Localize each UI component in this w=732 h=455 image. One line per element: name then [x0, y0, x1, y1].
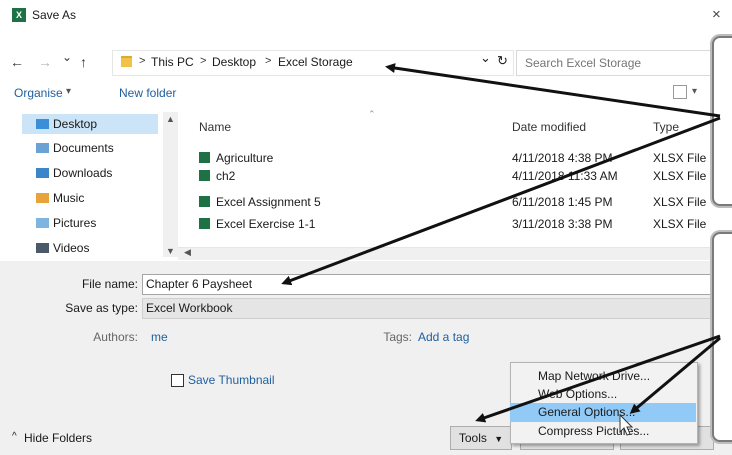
save-as-type-select[interactable]: Excel Workbook	[142, 298, 727, 319]
search-input[interactable]	[523, 52, 707, 74]
desktop-folder-icon	[36, 119, 49, 129]
excel-file-icon	[199, 170, 210, 181]
save-as-type-label: Save as type:	[65, 301, 138, 315]
menu-item-compress-pictures[interactable]: Compress Pictures...	[538, 422, 649, 441]
title-bar	[0, 0, 732, 30]
callout-box-top	[712, 36, 732, 206]
file-type: XLSX File	[653, 169, 707, 183]
authors-label: Authors:	[93, 330, 138, 344]
tools-label: Tools	[458, 431, 487, 445]
view-options-icon[interactable]	[673, 85, 687, 99]
file-row[interactable]: Agriculture	[199, 149, 719, 167]
sidebar-item-label: Documents	[53, 141, 114, 155]
file-date: 4/11/2018 11:33 AM	[512, 169, 618, 183]
sidebar-item-label: Pictures	[53, 216, 97, 230]
file-name-input[interactable]: Chapter 6 Paysheet	[142, 274, 727, 295]
hide-folders-button[interactable]: Hide Folders	[24, 431, 92, 445]
search-box[interactable]	[516, 50, 714, 76]
recent-locations-icon[interactable]: ⌄	[62, 50, 72, 64]
file-name: Excel Exercise 1-1	[216, 217, 316, 231]
close-icon[interactable]: ×	[712, 6, 721, 23]
file-date: 6/11/2018 1:45 PM	[512, 195, 613, 209]
file-name: Excel Assignment 5	[216, 195, 321, 209]
chevron-up-icon[interactable]: ^	[12, 431, 17, 442]
column-header-date[interactable]: Date modified	[512, 120, 586, 134]
up-arrow-icon[interactable]: ↑	[80, 54, 87, 70]
documents-folder-icon	[36, 143, 49, 153]
save-thumbnail-label[interactable]: Save Thumbnail	[188, 373, 275, 387]
tags-input[interactable]: Add a tag	[418, 330, 469, 344]
sidebar-item-pictures[interactable]: Pictures	[36, 213, 96, 233]
menu-item-map-network-drive[interactable]: Map Network Drive...	[538, 367, 650, 386]
file-name-label: File name:	[81, 277, 138, 291]
sidebar-item-documents[interactable]: Documents	[36, 138, 114, 158]
chevron-right-icon: >	[139, 55, 146, 67]
scroll-up-icon[interactable]: ▲	[166, 114, 175, 124]
view-dropdown-icon[interactable]: ▾	[692, 86, 697, 97]
downloads-folder-icon	[36, 168, 49, 178]
file-type: XLSX File	[653, 195, 707, 209]
sidebar-scrollbar[interactable]	[163, 112, 178, 257]
sidebar-item-label: Videos	[53, 241, 90, 255]
tags-label: Tags:	[383, 330, 412, 344]
sidebar-item-label: Desktop	[53, 117, 98, 131]
refresh-icon[interactable]: ↻	[497, 53, 508, 69]
save-as-dialog: X Save As × ← → ⌄ ↑ > This PC > Desktop …	[0, 0, 732, 455]
excel-file-icon	[199, 218, 210, 229]
organise-dropdown-icon: ▾	[66, 86, 72, 97]
sidebar-item-desktop[interactable]: Desktop	[22, 114, 158, 134]
column-header-type[interactable]: Type	[653, 120, 679, 134]
breadcrumb-this-pc[interactable]: This PC	[151, 55, 194, 69]
organise-button[interactable]: Organise	[14, 86, 63, 100]
save-thumbnail-checkbox[interactable]	[171, 374, 184, 387]
chevron-right-icon: >	[265, 55, 272, 67]
excel-file-icon	[199, 152, 210, 163]
sidebar-item-music[interactable]: Music	[36, 188, 84, 208]
sidebar-item-label: Music	[53, 191, 85, 205]
tools-button[interactable]: Tools ▼	[450, 426, 512, 450]
excel-app-icon: X	[12, 8, 26, 22]
column-header-name[interactable]: Name	[199, 120, 231, 134]
scroll-left-icon[interactable]: ◀	[184, 247, 191, 258]
menu-item-web-options[interactable]: Web Options...	[538, 385, 617, 404]
breadcrumb-desktop[interactable]: Desktop	[212, 55, 256, 69]
file-type: XLSX File	[653, 151, 707, 165]
back-arrow-icon[interactable]: ←	[10, 54, 24, 70]
window-title: Save As	[32, 8, 77, 22]
tools-dropdown-icon: ▼	[494, 434, 504, 444]
menu-item-general-options[interactable]: General Options...	[538, 403, 635, 422]
chevron-right-icon: >	[200, 55, 207, 67]
file-name: Agriculture	[216, 151, 274, 165]
videos-folder-icon	[36, 243, 49, 253]
scroll-down-icon[interactable]: ▼	[166, 246, 175, 256]
file-date: 4/11/2018 4:38 PM	[512, 151, 613, 165]
authors-value[interactable]: me	[151, 330, 168, 344]
music-folder-icon	[36, 193, 49, 203]
folder-icon	[121, 56, 132, 67]
sort-indicator-icon: ⌃	[368, 109, 376, 119]
sidebar-item-downloads[interactable]: Downloads	[36, 163, 112, 183]
file-row[interactable]: ch2	[199, 167, 719, 185]
file-name: ch2	[216, 169, 236, 183]
file-row[interactable]: Excel Assignment 5	[199, 193, 719, 211]
forward-arrow-icon[interactable]: →	[38, 54, 52, 70]
horizontal-scrollbar[interactable]	[178, 247, 718, 260]
file-date: 3/11/2018 3:38 PM	[512, 217, 613, 231]
new-folder-button[interactable]: New folder	[119, 86, 176, 100]
excel-file-icon	[199, 196, 210, 207]
callout-box-bottom	[712, 232, 732, 442]
sidebar-item-videos[interactable]: Videos	[36, 238, 89, 258]
address-dropdown-icon[interactable]: ⌄	[480, 50, 491, 66]
pictures-folder-icon	[36, 218, 49, 228]
file-row[interactable]: Excel Exercise 1-1	[199, 215, 719, 233]
file-type: XLSX File	[653, 217, 707, 231]
breadcrumb-excel-storage[interactable]: Excel Storage	[278, 55, 353, 69]
sidebar-item-label: Downloads	[53, 166, 113, 180]
